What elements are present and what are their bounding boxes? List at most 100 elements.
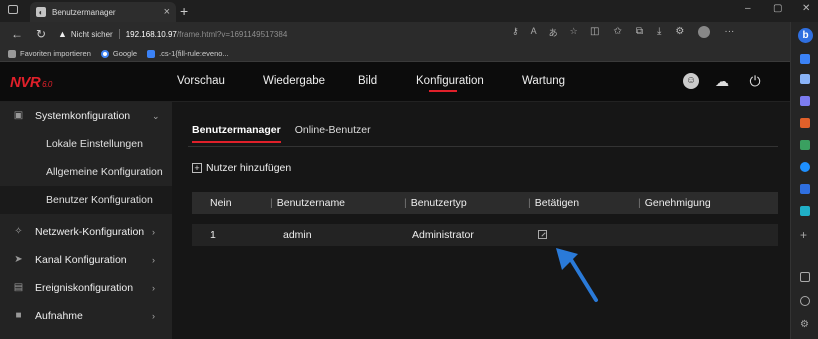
maximize-button[interactable]: ▢ — [773, 3, 782, 14]
camera-icon: ➤ — [14, 254, 23, 265]
sidebar-item-event[interactable]: ▤ Ereigniskonfiguration › — [0, 274, 172, 302]
edit-icon[interactable] — [538, 230, 547, 242]
nvr-app: NVR 6.0 Vorschau Wiedergabe Bild Konfigur… — [0, 62, 790, 339]
more-icon[interactable]: ··· — [724, 26, 734, 38]
record-icon: ■ — [15, 310, 22, 321]
security-label[interactable]: Nicht sicher — [71, 30, 113, 39]
minimize-button[interactable]: – — [745, 3, 751, 14]
sidebar-item-network[interactable]: ✧ Netzwerk-Konfiguration › — [0, 218, 172, 246]
table-row[interactable]: 1 admin Administrator — [192, 224, 778, 246]
plus-icon: + — [192, 163, 202, 173]
favorites-bar: Favoriten importieren Google .cs-1{fill-… — [0, 46, 790, 62]
content-tabs: Benutzermanager Online-Benutzer — [192, 124, 371, 143]
cell-usertype: Administrator — [412, 229, 474, 241]
sidebar-item-channel[interactable]: ➤ Kanal Konfiguration › — [0, 246, 172, 274]
user-table: Nein | Benutzername | Benutzertyp | Betätig… — [192, 192, 778, 246]
people-icon[interactable] — [800, 140, 810, 150]
url-path: /frame.html?v=1691149517384 — [176, 29, 288, 39]
back-icon[interactable]: ← — [10, 27, 24, 41]
games-icon[interactable] — [800, 162, 810, 172]
system-icon: ▣ — [13, 110, 24, 121]
outlook-icon[interactable] — [800, 184, 810, 194]
sidebar-sub-user[interactable]: Benutzer Konfiguration — [0, 186, 172, 214]
menu-bild[interactable]: Bild — [358, 75, 377, 87]
table-header: Nein | Benutzername | Benutzertyp | Betätig… — [192, 192, 778, 214]
menu-vorschau[interactable]: Vorschau — [177, 75, 225, 87]
tab-divider — [188, 146, 778, 147]
split-screen-icon[interactable]: ◫ — [590, 26, 599, 38]
power-icon[interactable]: ⏻ — [747, 73, 763, 89]
favorite-import[interactable]: Favoriten importieren — [8, 49, 91, 58]
sidebar-sub-local[interactable]: Lokale Einstellungen — [0, 130, 172, 158]
column-header-nein: Nein — [210, 197, 232, 209]
tag-icon[interactable] — [800, 96, 810, 106]
tab-online-benutzer[interactable]: Online-Benutzer — [295, 124, 371, 136]
new-tab-button[interactable]: + — [180, 3, 188, 19]
add-icon[interactable]: + — [800, 229, 810, 241]
chevron-right-icon: › — [152, 227, 155, 237]
cloud-icon[interactable]: ☁ — [714, 73, 730, 89]
browser-tabbar: ◐ Benutzermanager × + – ▢ ✕ — [0, 0, 818, 22]
browser-sidebar: b + ⚙ — [790, 22, 818, 339]
menu-wiedergabe[interactable]: Wiedergabe — [263, 75, 325, 87]
config-sidebar: ▣ Systemkonfiguration ⌄ Lokale Einstellu… — [0, 102, 172, 339]
address-bar-row: ← ↻ ▲ Nicht sicher 192.168.10.97 /frame.… — [0, 22, 790, 46]
shopping-icon[interactable] — [800, 118, 810, 128]
top-navigation: NVR 6.0 Vorschau Wiedergabe Bild Konfigur… — [0, 62, 790, 102]
warning-icon[interactable]: ▲ — [58, 29, 67, 39]
extensions-icon[interactable]: ⚙ — [675, 26, 684, 38]
sidebar-item-system[interactable]: ▣ Systemkonfiguration ⌄ — [0, 102, 172, 130]
menu-wartung[interactable]: Wartung — [522, 75, 565, 87]
key-icon[interactable]: ⚷ — [512, 26, 519, 39]
cell-username: admin — [283, 229, 312, 241]
nvr-logo: NVR 6.0 — [10, 74, 52, 91]
chevron-right-icon: › — [152, 311, 155, 321]
favorite-google[interactable]: Google — [100, 49, 137, 58]
drop-icon[interactable] — [800, 206, 810, 216]
sidebar-item-recording[interactable]: ■ Aufnahme › — [0, 302, 172, 330]
column-header-benutzertyp: | Benutzertyp — [404, 197, 467, 209]
read-aloud-icon[interactable]: A — [531, 26, 537, 39]
tab-title: Benutzermanager — [52, 7, 116, 17]
downloads-icon[interactable]: ⤓ — [657, 26, 661, 38]
main-content: Benutzermanager Online-Benutzer + Nutzer… — [172, 102, 790, 339]
settings-gear-icon[interactable]: ⚙ — [800, 320, 810, 330]
tab-actions-icon[interactable] — [8, 5, 18, 14]
column-header-genehmigung: | Genehmigung — [638, 197, 711, 209]
menu-konfiguration[interactable]: Konfiguration — [416, 75, 484, 92]
import-icon — [8, 49, 16, 58]
search-icon[interactable] — [800, 74, 810, 84]
page-icon — [147, 49, 156, 58]
favorite-star-icon[interactable]: ☆ — [570, 26, 578, 39]
chevron-right-icon: › — [152, 255, 155, 265]
column-header-betaetigen: | Betätigen — [528, 197, 580, 209]
url-separator — [118, 29, 120, 39]
nvr-favicon-icon: ◐ — [36, 7, 46, 17]
browser-tab[interactable]: ◐ Benutzermanager × — [30, 2, 176, 22]
copilot-icon[interactable]: b — [798, 28, 813, 43]
sidebar-app-icon[interactable] — [800, 54, 810, 64]
annotation-arrow — [556, 248, 598, 302]
external-icon[interactable] — [800, 296, 810, 306]
sidebar-toggle-icon[interactable] — [800, 272, 810, 282]
chevron-down-icon: ⌄ — [152, 110, 160, 121]
network-icon: ✧ — [14, 226, 23, 237]
profile-avatar[interactable] — [698, 26, 711, 38]
tab-close-icon[interactable]: × — [164, 6, 170, 18]
reload-icon[interactable]: ↻ — [34, 27, 48, 41]
favorite-css[interactable]: .cs-1{fill-rule:eveno... — [147, 49, 229, 58]
favorites-icon[interactable]: ✩ — [613, 26, 621, 38]
user-avatar-icon[interactable]: ☺ — [683, 73, 699, 89]
add-user-button[interactable]: + Nutzer hinzufügen — [192, 162, 291, 174]
translate-icon[interactable]: あ — [549, 26, 558, 39]
sidebar-sub-general[interactable]: Allgemeine Konfiguration — [0, 158, 172, 186]
close-window-button[interactable]: ✕ — [802, 3, 810, 14]
cell-no: 1 — [210, 229, 216, 241]
tab-benutzermanager[interactable]: Benutzermanager — [192, 124, 281, 143]
event-icon: ▤ — [13, 282, 24, 293]
chevron-right-icon: › — [152, 283, 155, 293]
address-actions: ⚷ A あ ☆ — [512, 26, 578, 39]
toolbar-icons: ◫ ✩ ⧉ ⤓ ⚙ ··· — [590, 26, 734, 38]
column-header-benutzername: | Benutzername — [270, 197, 346, 209]
collections-icon[interactable]: ⧉ — [636, 26, 643, 38]
